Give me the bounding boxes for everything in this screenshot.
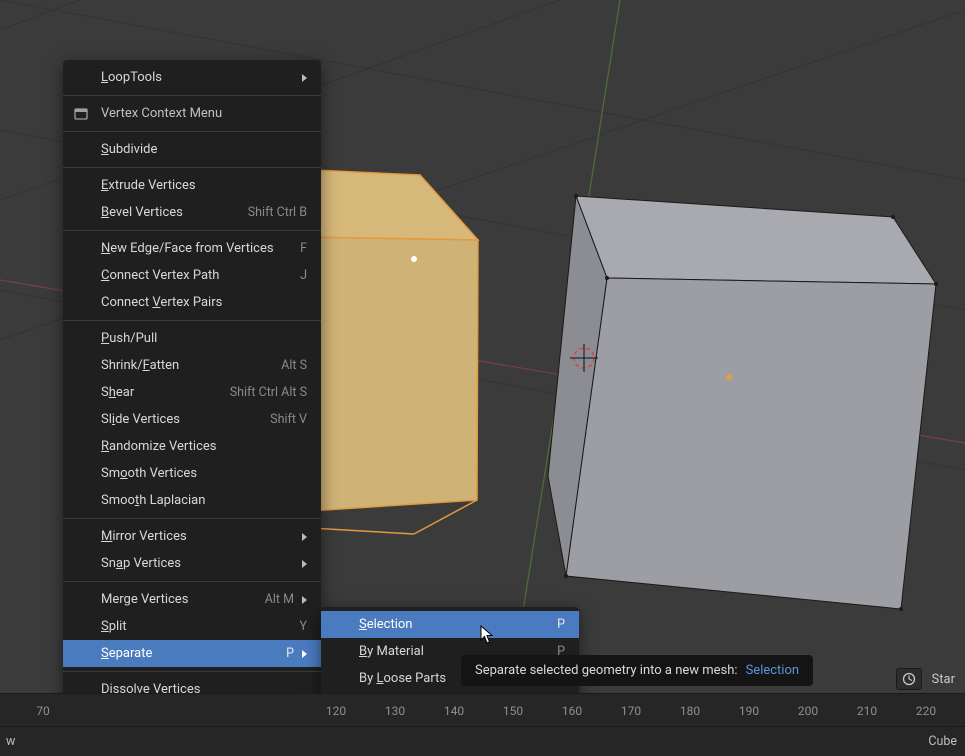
status-bar: w Cube bbox=[0, 727, 965, 756]
clock-icon bbox=[902, 672, 916, 686]
menu-item-shortcut: Y bbox=[299, 619, 307, 634]
tooltip-link: Selection bbox=[746, 663, 799, 678]
menu-item-shortcut: Shift V bbox=[270, 412, 307, 427]
menu-item-snap-vertices[interactable]: Snap Vertices bbox=[63, 550, 321, 577]
menu-item-label: Shrink/Fatten bbox=[101, 358, 281, 373]
menu-item-label: LoopTools bbox=[101, 70, 294, 85]
menu-item-randomize-vertices[interactable]: Randomize Vertices bbox=[63, 433, 321, 460]
timeline-tick: 70 bbox=[36, 704, 50, 718]
menu-item-looptools[interactable]: LoopTools bbox=[63, 64, 321, 91]
submenu-item-shortcut: P bbox=[557, 617, 565, 632]
menu-item-split[interactable]: SplitY bbox=[63, 613, 321, 640]
menu-item-shrink-fatten[interactable]: Shrink/FattenAlt S bbox=[63, 352, 321, 379]
keying-popover-button[interactable] bbox=[896, 668, 922, 690]
menu-item-shortcut: Alt S bbox=[281, 358, 307, 373]
menu-item-shortcut: F bbox=[300, 241, 307, 256]
statusbar-right: Cube bbox=[928, 734, 957, 749]
timeline-ruler[interactable]: 70 120 130 140 150 160 170 180 190 200 210 220 bbox=[0, 693, 965, 727]
chevron-right-icon bbox=[302, 596, 307, 604]
menu-item-label: Merge Vertices bbox=[101, 592, 265, 607]
menu-item-label: Push/Pull bbox=[101, 331, 307, 346]
menu-item-slide-vertices[interactable]: Slide VerticesShift V bbox=[63, 406, 321, 433]
menu-item-shortcut: J bbox=[300, 268, 307, 283]
submenu-item-selection[interactable]: SelectionP bbox=[321, 611, 579, 638]
menu-item-label: Bevel Vertices bbox=[101, 205, 248, 220]
menu-item-label: Split bbox=[101, 619, 299, 634]
tooltip: Separate selected geometry into a new me… bbox=[461, 655, 813, 686]
statusbar-left: w bbox=[6, 734, 15, 749]
menu-item-new-edge-face-from-vertices[interactable]: New Edge/Face from VerticesF bbox=[63, 235, 321, 262]
menu-item-label: Slide Vertices bbox=[101, 412, 270, 427]
timeline-tick: 160 bbox=[562, 704, 582, 718]
timeline-tick: 180 bbox=[680, 704, 700, 718]
menu-item-bevel-vertices[interactable]: Bevel VerticesShift Ctrl B bbox=[63, 199, 321, 226]
chevron-right-icon bbox=[302, 533, 307, 541]
menu-item-connect-vertex-path[interactable]: Connect Vertex PathJ bbox=[63, 262, 321, 289]
menu-item-label: Randomize Vertices bbox=[101, 439, 307, 454]
menu-item-label: Smooth Vertices bbox=[101, 466, 307, 481]
menu-item-smooth-laplacian[interactable]: Smooth Laplacian bbox=[63, 487, 321, 514]
menu-item-label: Separate bbox=[101, 646, 286, 661]
menu-item-label: Connect Vertex Pairs bbox=[101, 295, 307, 310]
tooltip-text: Separate selected geometry into a new me… bbox=[475, 663, 738, 678]
chevron-right-icon bbox=[302, 74, 307, 82]
menu-item-merge-vertices[interactable]: Merge VerticesAlt M bbox=[63, 586, 321, 613]
menu-item-push-pull[interactable]: Push/Pull bbox=[63, 325, 321, 352]
menu-item-label: Subdivide bbox=[101, 142, 307, 157]
vertex-context-menu[interactable]: LoopTools Vertex Context Menu Subdivide Ext… bbox=[63, 60, 321, 734]
menu-item-label: Extrude Vertices bbox=[101, 178, 307, 193]
menu-item-label: Smooth Laplacian bbox=[101, 493, 307, 508]
menu-header-label: Vertex Context Menu bbox=[101, 106, 307, 121]
timeline-tick: 170 bbox=[621, 704, 641, 718]
menu-item-separate[interactable]: SeparateP bbox=[63, 640, 321, 667]
menu-item-connect-vertex-pairs[interactable]: Connect Vertex Pairs bbox=[63, 289, 321, 316]
timeline-tick: 190 bbox=[739, 704, 759, 718]
timeline-tick: 150 bbox=[503, 704, 523, 718]
menu-item-shortcut: P bbox=[286, 646, 294, 661]
menu-item-shortcut: Shift Ctrl B bbox=[248, 205, 307, 220]
timeline-tick: 200 bbox=[798, 704, 818, 718]
menu-item-subdivide[interactable]: Subdivide bbox=[63, 136, 321, 163]
timeline-tick: 120 bbox=[326, 704, 346, 718]
submenu-item-label: Selection bbox=[359, 617, 557, 632]
menu-item-shortcut: Alt M bbox=[265, 592, 294, 607]
menu-item-label: Connect Vertex Path bbox=[101, 268, 300, 283]
menu-item-label: Snap Vertices bbox=[101, 556, 294, 571]
chevron-right-icon bbox=[302, 560, 307, 568]
timeline-tick: 220 bbox=[916, 704, 936, 718]
menu-item-extrude-vertices[interactable]: Extrude Vertices bbox=[63, 172, 321, 199]
menu-item-shear[interactable]: ShearShift Ctrl Alt S bbox=[63, 379, 321, 406]
context-menu-icon bbox=[73, 106, 89, 122]
menu-header: Vertex Context Menu bbox=[63, 100, 321, 127]
menu-item-shortcut: Shift Ctrl Alt S bbox=[230, 385, 307, 400]
timeline-header-right: Star bbox=[896, 665, 965, 693]
timeline-label-fragment: Star bbox=[932, 672, 955, 687]
menu-item-mirror-vertices[interactable]: Mirror Vertices bbox=[63, 523, 321, 550]
timeline-tick: 130 bbox=[385, 704, 405, 718]
menu-item-smooth-vertices[interactable]: Smooth Vertices bbox=[63, 460, 321, 487]
timeline-tick: 210 bbox=[857, 704, 877, 718]
mesh-cube-unselected[interactable] bbox=[548, 194, 938, 611]
menu-item-label: New Edge/Face from Vertices bbox=[101, 241, 300, 256]
menu-item-label: Mirror Vertices bbox=[101, 529, 294, 544]
active-object-name: Cube bbox=[928, 734, 957, 749]
timeline-tick: 140 bbox=[444, 704, 464, 718]
object-origin bbox=[726, 374, 732, 380]
chevron-right-icon bbox=[302, 650, 307, 658]
menu-item-label: Shear bbox=[101, 385, 230, 400]
